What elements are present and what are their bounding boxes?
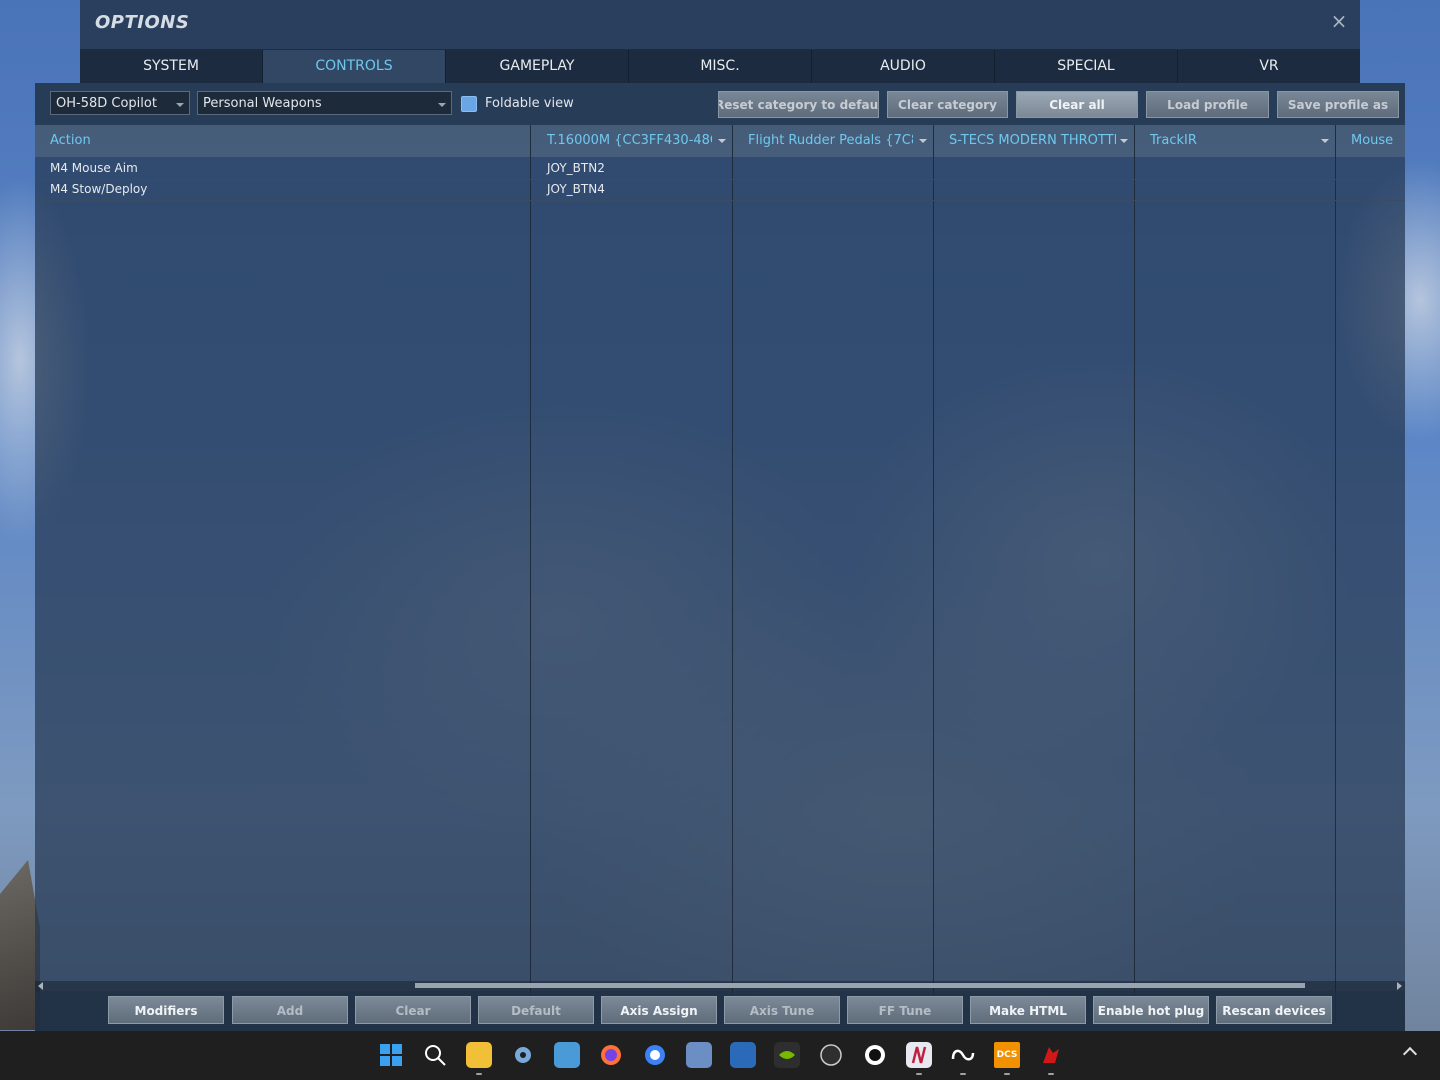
chevron-down-icon[interactable] — [718, 139, 726, 143]
tab-controls[interactable]: CONTROLS — [263, 50, 446, 83]
make-html-button[interactable]: Make HTML — [970, 996, 1086, 1024]
tab-vr[interactable]: VR — [1178, 50, 1360, 83]
binding-cell[interactable]: JOY_BTN4 — [532, 179, 605, 200]
column-divider — [530, 125, 531, 1023]
ff-tune-button[interactable]: FF Tune — [847, 996, 963, 1024]
close-icon[interactable]: × — [1330, 10, 1348, 32]
remote-desktop-icon[interactable] — [686, 1042, 712, 1068]
running-indicator — [960, 1073, 966, 1075]
running-indicator — [916, 1073, 922, 1075]
chevron-down-icon[interactable] — [919, 139, 927, 143]
tab-system[interactable]: SYSTEM — [80, 50, 263, 83]
running-indicator — [1048, 1073, 1054, 1075]
clear-button[interactable]: Clear — [355, 996, 471, 1024]
search-icon[interactable] — [422, 1042, 448, 1068]
column-divider — [1134, 125, 1135, 1023]
chevron-up-icon[interactable] — [1402, 1046, 1418, 1062]
modifiers-button[interactable]: Modifiers — [108, 996, 224, 1024]
settings-icon[interactable] — [510, 1042, 536, 1068]
table-header: Action T.16000M {CC3FF430-48C... Flight … — [35, 125, 1405, 157]
action-cell: M4 Stow/Deploy — [50, 182, 148, 196]
windows-start-icon[interactable] — [378, 1042, 404, 1068]
running-indicator — [476, 1073, 482, 1075]
meta-icon[interactable] — [950, 1042, 976, 1068]
tab-misc[interactable]: MISC. — [629, 50, 812, 83]
table-row[interactable]: M4 Mouse Aim JOY_BTN2 — [35, 158, 1405, 180]
column-header-rudder-pedals[interactable]: Flight Rudder Pedals {7C8... — [733, 125, 913, 157]
column-divider — [1335, 125, 1336, 1023]
controls-panel: OH-58D Copilot Personal Weapons Foldable… — [35, 83, 1405, 1031]
chevron-down-icon[interactable] — [1321, 139, 1329, 143]
column-header-throttle[interactable]: S-TECS MODERN THROTTL... — [934, 125, 1116, 157]
add-button[interactable]: Add — [232, 996, 348, 1024]
clear-category-button[interactable]: Clear category — [887, 91, 1008, 118]
options-window-header: OPTIONS × SYSTEM CONTROLS GAMEPLAY MISC.… — [80, 0, 1360, 83]
foldable-view-label: Foldable view — [485, 96, 574, 111]
scroll-right-icon[interactable] — [1397, 982, 1402, 990]
aircraft-dropdown[interactable]: OH-58D Copilot — [50, 91, 190, 115]
column-header-mouse[interactable]: Mouse — [1336, 125, 1405, 157]
scrollbar-thumb[interactable] — [415, 983, 1305, 988]
firefox-icon[interactable] — [598, 1042, 624, 1068]
column-divider — [732, 125, 733, 1023]
joystick-gremlin-icon[interactable] — [906, 1042, 932, 1068]
enable-hot-plug-button[interactable]: Enable hot plug — [1093, 996, 1209, 1024]
nvidia-icon[interactable] — [774, 1042, 800, 1068]
dcs-icon[interactable]: DCS — [994, 1042, 1020, 1068]
load-profile-button[interactable]: Load profile — [1146, 91, 1269, 118]
scroll-left-icon[interactable] — [38, 982, 43, 990]
control-panel-icon[interactable] — [554, 1042, 580, 1068]
tab-special[interactable]: SPECIAL — [995, 50, 1178, 83]
column-header-trackir[interactable]: TrackIR — [1135, 125, 1315, 157]
axis-tune-button[interactable]: Axis Tune — [724, 996, 840, 1024]
tab-audio[interactable]: AUDIO — [812, 50, 995, 83]
obs-icon[interactable] — [818, 1042, 844, 1068]
openai-icon[interactable] — [862, 1042, 888, 1068]
category-dropdown[interactable]: Personal Weapons — [197, 91, 452, 115]
column-divider — [933, 125, 934, 1023]
chromium-icon[interactable] — [642, 1042, 668, 1068]
file-explorer-icon[interactable] — [466, 1042, 492, 1068]
tab-bar: SYSTEM CONTROLS GAMEPLAY MISC. AUDIO SPE… — [80, 49, 1360, 84]
background-mountain — [0, 860, 40, 1030]
window-title: OPTIONS — [95, 12, 190, 33]
category-dropdown-value: Personal Weapons — [203, 96, 322, 111]
rescan-devices-button[interactable]: Rescan devices — [1216, 996, 1332, 1024]
chevron-down-icon — [176, 103, 184, 107]
default-button[interactable]: Default — [478, 996, 594, 1024]
horizontal-scrollbar[interactable] — [35, 981, 1405, 991]
bottom-button-bar: Modifiers Add Clear Default Axis Assign … — [35, 991, 1405, 1031]
action-cell: M4 Mouse Aim — [50, 161, 138, 175]
controls-toolbar: OH-58D Copilot Personal Weapons Foldable… — [35, 83, 1405, 125]
clear-all-button[interactable]: Clear all — [1016, 91, 1138, 118]
column-header-t16000m[interactable]: T.16000M {CC3FF430-48C... — [532, 125, 712, 157]
chevron-down-icon[interactable] — [1120, 139, 1128, 143]
column-header-action[interactable]: Action — [35, 125, 530, 157]
news-icon[interactable] — [730, 1042, 756, 1068]
running-indicator — [1004, 1073, 1010, 1075]
save-profile-button[interactable]: Save profile as — [1277, 91, 1399, 118]
red-dragon-icon[interactable] — [1038, 1042, 1064, 1068]
chevron-down-icon — [438, 103, 446, 107]
axis-assign-button[interactable]: Axis Assign — [601, 996, 717, 1024]
binding-cell[interactable]: JOY_BTN2 — [532, 158, 605, 179]
tab-gameplay[interactable]: GAMEPLAY — [446, 50, 629, 83]
table-row[interactable]: M4 Stow/Deploy JOY_BTN4 — [35, 179, 1405, 201]
taskbar: DCS — [0, 1031, 1440, 1080]
reset-category-button[interactable]: Reset category to default — [718, 91, 879, 118]
foldable-view-checkbox[interactable] — [461, 96, 477, 112]
aircraft-dropdown-value: OH-58D Copilot — [56, 96, 157, 111]
